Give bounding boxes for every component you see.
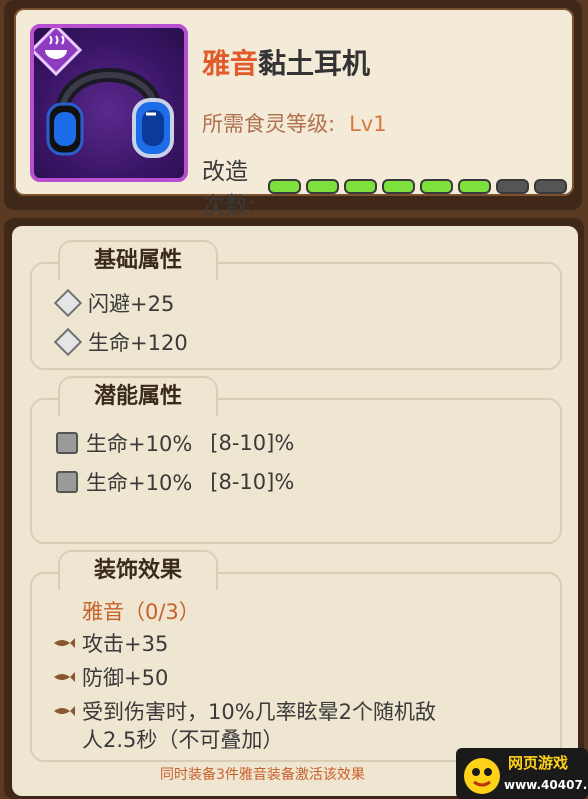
set-effect-row-continued: 人2.5秒（不可叠加） xyxy=(82,724,283,754)
set-effect-text: 防御+50 xyxy=(82,666,169,690)
item-icon-box[interactable] xyxy=(30,24,188,182)
headphones-icon xyxy=(46,68,174,158)
refine-pip-filled xyxy=(420,178,453,194)
basic-stat-row: 闪避+25 xyxy=(52,288,174,318)
refine-progress xyxy=(268,178,572,194)
decor-effect-title: 装饰效果 xyxy=(58,550,218,590)
item-name-accent: 雅音 xyxy=(202,47,259,80)
set-effect-text: 攻击+35 xyxy=(82,632,169,656)
diamond-icon xyxy=(53,327,83,357)
refine-pip-filled xyxy=(344,178,377,194)
refine-pip-empty xyxy=(496,178,529,194)
item-name: 雅音黏土耳机 xyxy=(202,42,370,82)
basic-stat-text: 生命+120 xyxy=(88,331,188,355)
stone-slot-icon xyxy=(56,432,78,454)
potential-stat-text: 生命+10% xyxy=(86,471,193,495)
potential-stat-range: [8-10]% xyxy=(210,470,295,494)
stone-slot-icon xyxy=(56,471,78,493)
potential-stat-text: 生命+10% xyxy=(86,432,193,456)
basic-attributes-title: 基础属性 xyxy=(58,240,218,280)
level-requirement: 所需食灵等级: Lv1 xyxy=(202,108,387,138)
refine-label: 改造次数: xyxy=(202,159,256,219)
refine-pip-filled xyxy=(382,178,415,194)
set-activation-note: 同时装备3件雅音装备激活该效果 xyxy=(160,767,365,783)
potential-stat-row: 生命+10% [8-10]% xyxy=(52,428,294,458)
refine-pip-filled xyxy=(268,178,301,194)
refine-count: 改造次数: xyxy=(202,152,572,220)
mascot-logo-icon xyxy=(464,758,500,794)
fish-bullet-icon xyxy=(54,706,75,716)
set-effect-text: 人2.5秒（不可叠加） xyxy=(82,728,284,752)
set-name: 雅音（0/3） xyxy=(82,600,200,624)
refine-pip-filled xyxy=(306,178,339,194)
potential-attributes-title: 潜能属性 xyxy=(58,376,218,416)
basic-stat-row: 生命+120 xyxy=(52,327,188,357)
set-effect-row: 攻击+35 xyxy=(52,628,168,658)
watermark-url: www.40407.com xyxy=(504,778,588,792)
requirement-label: 所需食灵等级: xyxy=(202,112,336,136)
fish-bullet-icon xyxy=(54,638,75,648)
refine-pip-filled xyxy=(458,178,491,194)
watermark-title: 网页游戏 xyxy=(508,754,569,772)
site-watermark: 网页游戏 www.40407.com xyxy=(456,748,588,799)
requirement-value: Lv1 xyxy=(349,112,387,136)
potential-stat-range: [8-10]% xyxy=(210,431,295,455)
item-name-rest: 黏土耳机 xyxy=(258,47,371,80)
refine-pip-empty xyxy=(534,178,567,194)
diamond-icon xyxy=(53,288,83,318)
potential-stat-row: 生命+10% [8-10]% xyxy=(52,467,294,497)
set-effect-row: 防御+50 xyxy=(52,662,168,692)
fish-bullet-icon xyxy=(54,672,75,682)
basic-stat-text: 闪避+25 xyxy=(88,292,175,316)
set-effect-row: 受到伤害时，10%几率眩晕2个随机敌 xyxy=(52,696,436,726)
item-header-panel: 雅音黏土耳机 所需食灵等级: Lv1 改造次数: xyxy=(14,8,574,219)
set-effect-text: 受到伤害时，10%几率眩晕2个随机敌 xyxy=(82,700,437,724)
